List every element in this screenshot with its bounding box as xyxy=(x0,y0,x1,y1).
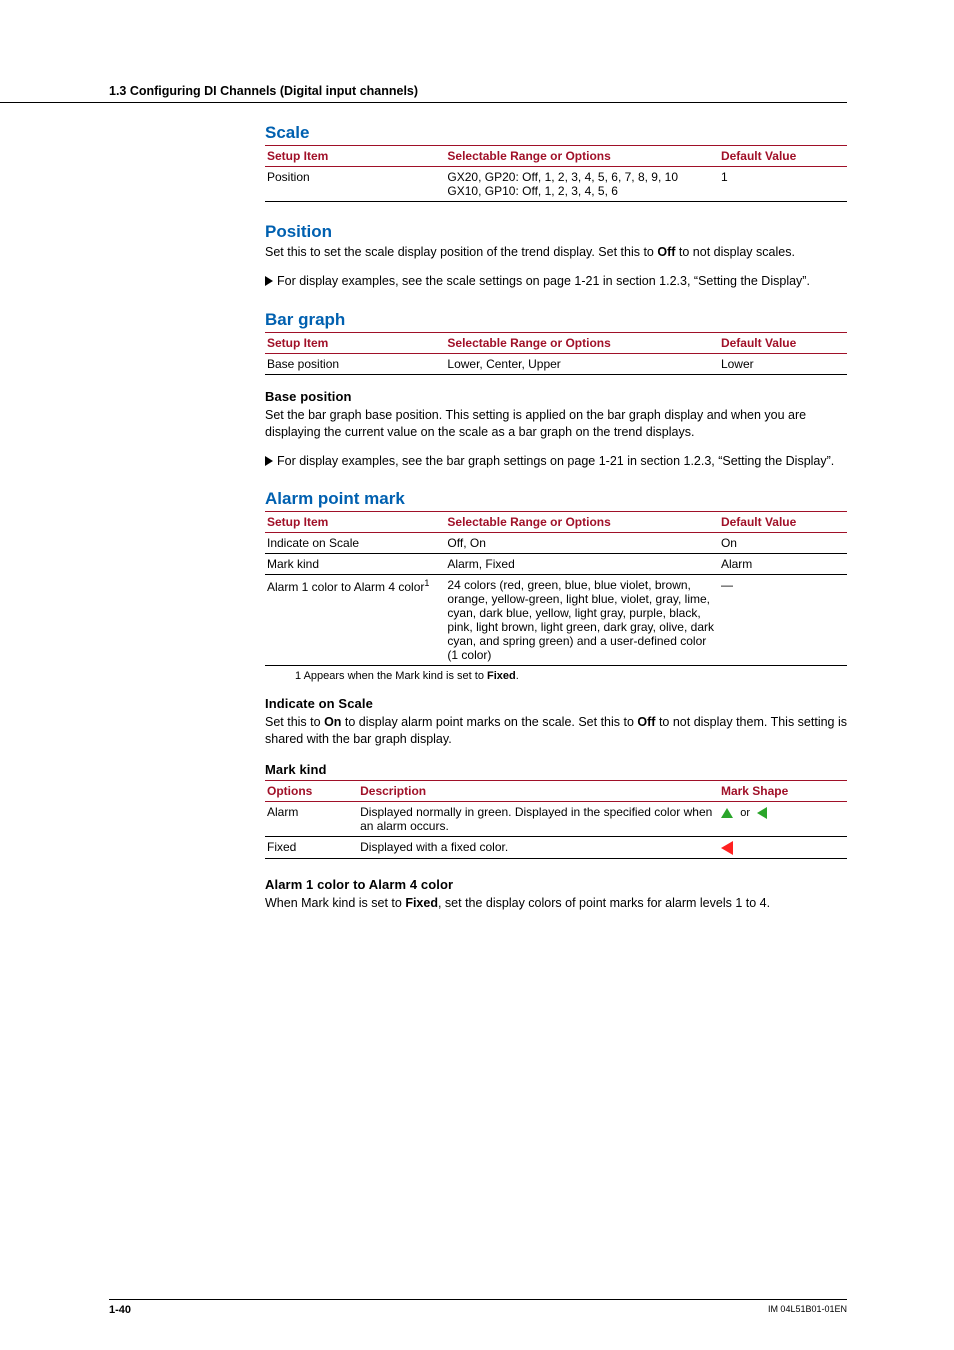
subheading-base-position: Base position xyxy=(265,389,847,404)
th-default: Default Value xyxy=(719,332,847,353)
th-setup: Setup Item xyxy=(265,332,445,353)
cell-def: Alarm xyxy=(719,554,847,575)
heading-bar-graph: Bar graph xyxy=(265,310,847,330)
position-body: Set this to set the scale display positi… xyxy=(265,244,847,261)
text-bold: Off xyxy=(637,715,655,729)
cell-opt: Off, On xyxy=(445,533,719,554)
cell-opt: Alarm, Fixed xyxy=(445,554,719,575)
triangle-right-icon xyxy=(265,276,273,286)
cell-opt: GX20, GP20: Off, 1, 2, 3, 4, 5, 6, 7, 8,… xyxy=(445,167,719,202)
subheading-indicate-on-scale: Indicate on Scale xyxy=(265,696,847,711)
note-text: For display examples, see the scale sett… xyxy=(277,273,810,290)
table-alarm: Setup Item Selectable Range or Options D… xyxy=(265,511,847,666)
cell-shape xyxy=(719,837,847,859)
cell-item: Base position xyxy=(265,353,445,374)
superscript: 1 xyxy=(424,578,429,588)
text-bold: Fixed xyxy=(487,670,516,682)
mark-green-up-icon xyxy=(721,808,733,818)
cell-opt: Alarm xyxy=(265,802,358,837)
note-text: For display examples, see the bar graph … xyxy=(277,453,834,470)
text-bold: Fixed xyxy=(405,896,438,910)
subheading-alarm-colors: Alarm 1 color to Alarm 4 color xyxy=(265,877,847,892)
mark-red-left-icon xyxy=(721,841,733,855)
text-bold: On xyxy=(324,715,341,729)
th-options: Selectable Range or Options xyxy=(445,512,719,533)
cell-item: Position xyxy=(265,167,445,202)
heading-scale: Scale xyxy=(265,123,847,143)
th-desc: Description xyxy=(358,781,719,802)
th-default: Default Value xyxy=(719,512,847,533)
th-options2: Options xyxy=(265,781,358,802)
bar-body: Set the bar graph base position. This se… xyxy=(265,407,847,441)
cell-opt: Lower, Center, Upper xyxy=(445,353,719,374)
alarm-colors-body: When Mark kind is set to Fixed, set the … xyxy=(265,895,847,912)
table-scale: Setup Item Selectable Range or Options D… xyxy=(265,145,847,202)
text: . xyxy=(516,670,519,682)
page-number: 1-40 xyxy=(109,1304,131,1316)
heading-alarm-point-mark: Alarm point mark xyxy=(265,489,847,509)
table-row: Base position Lower, Center, Upper Lower xyxy=(265,353,847,374)
or-text: or xyxy=(740,807,750,819)
mark-green-left-icon xyxy=(757,807,767,819)
table-mark-kind: Options Description Mark Shape Alarm Dis… xyxy=(265,780,847,859)
cell-def: Lower xyxy=(719,353,847,374)
text: Alarm 1 color to Alarm 4 color xyxy=(267,580,424,594)
cell-def: On xyxy=(719,533,847,554)
text: Set this to xyxy=(265,715,324,729)
table-row: Fixed Displayed with a fixed color. xyxy=(265,837,847,859)
table-row: Indicate on Scale Off, On On xyxy=(265,533,847,554)
footnote-1: 1 Appears when the Mark kind is set to F… xyxy=(295,670,847,682)
subheading-mark-kind: Mark kind xyxy=(265,762,847,777)
th-setup: Setup Item xyxy=(265,146,445,167)
cell-def: — xyxy=(719,575,847,666)
doc-number: IM 04L51B01-01EN xyxy=(768,1304,847,1316)
cell-item: Indicate on Scale xyxy=(265,533,445,554)
table-row: Alarm 1 color to Alarm 4 color1 24 color… xyxy=(265,575,847,666)
th-markshape: Mark Shape xyxy=(719,781,847,802)
th-setup: Setup Item xyxy=(265,512,445,533)
text: to display alarm point marks on the scal… xyxy=(341,715,637,729)
bar-note: For display examples, see the bar graph … xyxy=(265,453,847,470)
cell-def: 1 xyxy=(719,167,847,202)
cell-opt: 24 colors (red, green, blue, blue violet… xyxy=(445,575,719,666)
cell-desc: Displayed with a fixed color. xyxy=(358,837,719,859)
text: When Mark kind is set to xyxy=(265,896,405,910)
cell-opt: Fixed xyxy=(265,837,358,859)
footer: 1-40 IM 04L51B01-01EN xyxy=(109,1299,847,1316)
th-default: Default Value xyxy=(719,146,847,167)
cell-item: Mark kind xyxy=(265,554,445,575)
table-row: Position GX20, GP20: Off, 1, 2, 3, 4, 5,… xyxy=(265,167,847,202)
section-header: 1.3 Configuring DI Channels (Digital inp… xyxy=(0,84,847,103)
th-options: Selectable Range or Options xyxy=(445,146,719,167)
heading-position: Position xyxy=(265,222,847,242)
position-note: For display examples, see the scale sett… xyxy=(265,273,847,290)
cell-item: Alarm 1 color to Alarm 4 color1 xyxy=(265,575,445,666)
text: to not display scales. xyxy=(675,245,795,259)
table-bar: Setup Item Selectable Range or Options D… xyxy=(265,332,847,375)
table-row: Alarm Displayed normally in green. Displ… xyxy=(265,802,847,837)
text: 1 Appears when the Mark kind is set to xyxy=(295,670,487,682)
indicate-body: Set this to On to display alarm point ma… xyxy=(265,714,847,748)
text-bold: Off xyxy=(657,245,675,259)
cell-shape: or xyxy=(719,802,847,837)
triangle-right-icon xyxy=(265,456,273,466)
text: Set this to set the scale display positi… xyxy=(265,245,657,259)
th-options: Selectable Range or Options xyxy=(445,332,719,353)
cell-desc: Displayed normally in green. Displayed i… xyxy=(358,802,719,837)
table-row: Mark kind Alarm, Fixed Alarm xyxy=(265,554,847,575)
text: , set the display colors of point marks … xyxy=(438,896,770,910)
